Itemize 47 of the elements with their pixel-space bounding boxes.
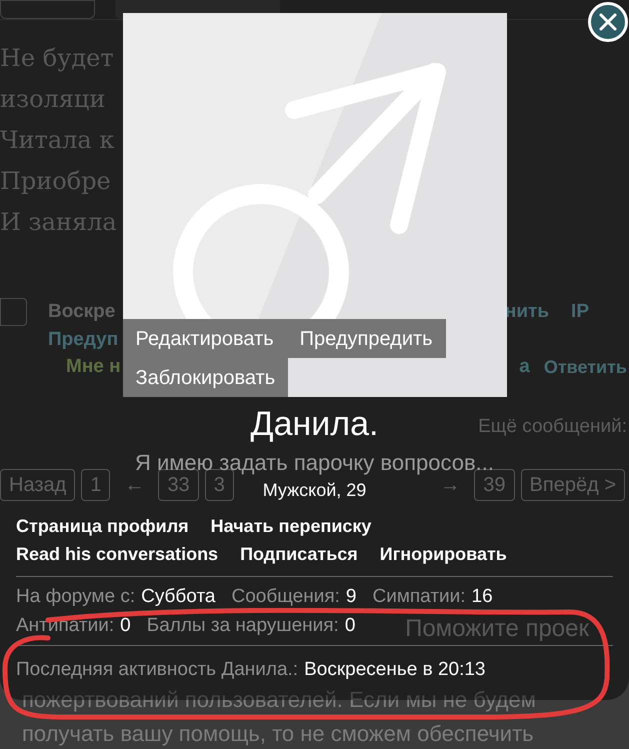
stat-label: Баллы за нарушения: <box>146 614 339 638</box>
avatar-action-button[interactable]: Предупредить <box>286 319 446 358</box>
page-button[interactable]: Вперёд > <box>520 469 625 501</box>
post-text-line: И заняла <box>0 207 117 238</box>
stat-label: На форуме с: <box>16 585 136 610</box>
warn-link[interactable]: Предуп <box>48 326 118 354</box>
like-link[interactable]: Мне н <box>66 353 121 382</box>
avatar-action-button[interactable]: Заблокировать <box>122 358 288 397</box>
page-button[interactable]: 1 <box>81 469 110 501</box>
profile-link[interactable]: Начать переписку <box>210 512 372 540</box>
stat-value: 16 <box>472 585 493 610</box>
more-messages[interactable]: Ещё сообщений: <box>478 412 627 441</box>
page-button[interactable]: Назад <box>0 469 76 501</box>
profile-link[interactable]: Страница профиля <box>16 512 189 540</box>
checkbox[interactable] <box>0 298 27 326</box>
user-name: Данила. <box>250 404 378 445</box>
last-activity-label: Последняя активность Данила.: <box>16 658 298 682</box>
stat-value: 0 <box>344 614 356 638</box>
post-text-line: Не будет <box>0 43 114 74</box>
post-text-fragment: Поможите проек <box>405 614 589 644</box>
page-button[interactable]: 39 <box>474 469 515 501</box>
stat-label: Сообщения: <box>232 585 340 610</box>
stat-value: 0 <box>120 614 131 638</box>
post-link[interactable]: а <box>519 353 530 382</box>
post-link[interactable]: нить <box>504 298 550 326</box>
page-button[interactable]: 33 <box>158 469 199 501</box>
stat-label: Симпатии: <box>372 585 466 610</box>
close-icon <box>598 12 618 32</box>
close-button[interactable] <box>588 2 628 42</box>
post-text-line: получать вашу помощь, то не сможем обеспечить <box>21 720 535 748</box>
avatar-action-button[interactable]: Редактировать <box>122 319 287 358</box>
gender-age: Мужской, 29 <box>262 479 366 502</box>
post-date: Воскре <box>48 300 116 324</box>
post-text-line: Приобре <box>0 166 111 197</box>
last-activity-value: Воскресенье в 20:13 <box>304 658 486 682</box>
profile-link[interactable]: Игнорировать <box>380 540 507 568</box>
stat-label: Антипатии: <box>16 614 114 638</box>
ip-link[interactable]: IP <box>571 298 589 326</box>
page-button[interactable]: 3 <box>204 469 234 501</box>
stat-value: Суббота <box>141 585 216 610</box>
stat-value: 9 <box>346 585 356 610</box>
reply-link[interactable]: Ответить <box>544 354 627 381</box>
post-text-line: изоляци <box>0 84 106 115</box>
profile-link[interactable]: Подписаться <box>240 540 358 568</box>
post-text-line: Читала к <box>0 125 114 156</box>
profile-link[interactable]: Read his conversations <box>16 540 218 568</box>
post-text-line: пожертвований пользователей. Если мы не будем <box>21 686 537 714</box>
